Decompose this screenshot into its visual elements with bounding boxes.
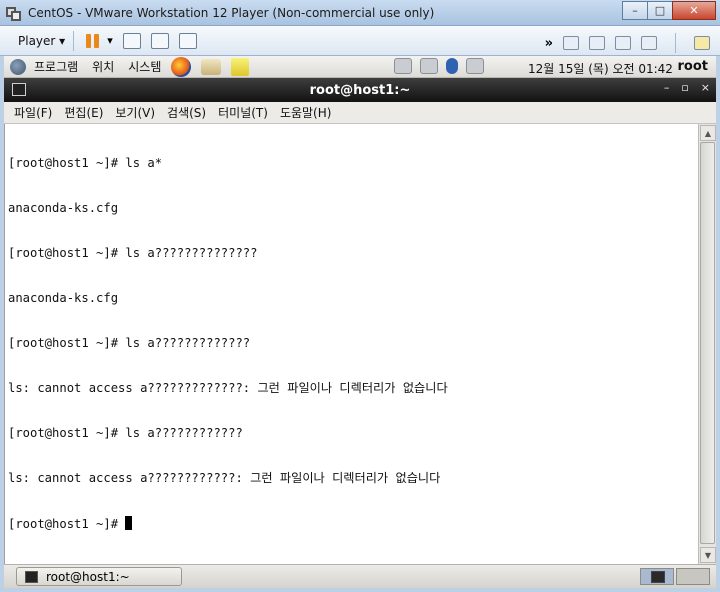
- panel-clock[interactable]: 12월 15일 (목) 오전 01:42: [528, 60, 673, 77]
- terminal-line: [root@host1 ~]# ls a????????????: [8, 426, 243, 440]
- forward-chevron-icon[interactable]: »: [545, 36, 553, 51]
- taskbar-terminal-button[interactable]: root@host1:~: [16, 567, 182, 586]
- terminal-minimize-button[interactable]: –: [664, 81, 670, 94]
- terminal-line: anaconda-ks.cfg: [8, 201, 119, 215]
- workspace-1[interactable]: [640, 568, 674, 585]
- menu-search[interactable]: 검색(S): [167, 104, 206, 121]
- menu-terminal[interactable]: 터미널(T): [218, 104, 268, 121]
- terminal-maximize-button[interactable]: ▫: [681, 81, 688, 94]
- terminal-line: ls: cannot access a????????????: 그런 파일이나…: [8, 471, 441, 485]
- usb-icon[interactable]: [641, 36, 657, 50]
- gnome-bottom-panel: root@host1:~: [4, 564, 716, 588]
- gnome-foot-icon: [10, 58, 26, 75]
- terminal-output[interactable]: [root@host1 ~]# ls a* anaconda-ks.cfg [r…: [4, 124, 698, 564]
- vmware-app-icon: [6, 5, 22, 21]
- window-controls: – □ ✕: [622, 1, 716, 20]
- maximize-button[interactable]: □: [647, 1, 673, 20]
- menu-view[interactable]: 보기(V): [115, 104, 155, 121]
- pause-icon[interactable]: [86, 33, 100, 48]
- scrollbar-thumb[interactable]: [700, 142, 715, 544]
- terminal-close-button[interactable]: ×: [701, 81, 710, 94]
- menu-file[interactable]: 파일(F): [14, 104, 52, 121]
- toolbar-divider: [73, 30, 75, 51]
- terminal-line: anaconda-ks.cfg: [8, 291, 119, 305]
- terminal-line: ls: cannot access a?????????????: 그런 파일이…: [8, 381, 448, 395]
- unity-icon[interactable]: [178, 32, 197, 49]
- toolbar-divider-right: [675, 33, 676, 53]
- vmware-window-title: CentOS - VMware Workstation 12 Player (N…: [28, 5, 435, 20]
- terminal-icon: [25, 570, 38, 583]
- scroll-down-arrow-icon[interactable]: ▼: [700, 547, 716, 563]
- send-ctrl-alt-del-icon[interactable]: [122, 32, 141, 49]
- scroll-up-arrow-icon[interactable]: ▲: [700, 125, 716, 141]
- network-status-icon[interactable]: [466, 58, 484, 74]
- network-icon[interactable]: [615, 36, 631, 50]
- volume-icon[interactable]: [420, 58, 438, 74]
- fit-window-icon[interactable]: [150, 32, 169, 49]
- hdd-icon[interactable]: [563, 36, 579, 50]
- firefox-icon[interactable]: [171, 56, 192, 77]
- taskbar-terminal-label: root@host1:~: [46, 569, 130, 584]
- terminal-prompt: [root@host1 ~]#: [8, 517, 126, 531]
- menu-edit[interactable]: 편집(E): [64, 104, 103, 121]
- terminal-line: [root@host1 ~]# ls a?????????????: [8, 336, 251, 350]
- bluetooth-icon[interactable]: [446, 58, 458, 74]
- terminal-icon[interactable]: [12, 83, 26, 96]
- terminal-prompt-line: [root@host1 ~]#: [8, 516, 698, 531]
- minimize-button[interactable]: –: [622, 1, 648, 20]
- terminal-window-controls: – ▫ ×: [664, 81, 710, 94]
- menu-programs[interactable]: 프로그램: [34, 58, 78, 75]
- pause-dropdown[interactable]: ▾: [107, 34, 113, 47]
- vmware-toolbar: Player ▾ ▾ »: [0, 26, 720, 56]
- system-tray: [394, 58, 484, 74]
- workspace-switcher: [640, 568, 710, 585]
- workspace-2[interactable]: [676, 568, 710, 585]
- player-menu[interactable]: Player ▾: [18, 34, 65, 48]
- terminal-title: root@host1:~: [309, 82, 411, 98]
- mail-icon[interactable]: [201, 58, 222, 75]
- vmware-titlebar: CentOS - VMware Workstation 12 Player (N…: [0, 0, 720, 26]
- gnome-top-panel: 프로그램 위치 시스템 12월 15일 (목) 오전 01:42 root: [4, 56, 716, 78]
- cd-icon[interactable]: [589, 36, 605, 50]
- text-cursor: [125, 516, 133, 530]
- terminal-menubar: 파일(F) 편집(E) 보기(V) 검색(S) 터미널(T) 도움말(H): [4, 102, 716, 124]
- notes-icon[interactable]: [694, 36, 710, 50]
- terminal-scrollbar[interactable]: ▲ ▼: [698, 124, 716, 564]
- panel-user[interactable]: root: [678, 59, 709, 74]
- menu-help[interactable]: 도움말(H): [280, 104, 332, 121]
- toolbar-right-icons: »: [545, 33, 710, 53]
- terminal-titlebar: root@host1:~ – ▫ ×: [4, 78, 716, 102]
- close-button[interactable]: ✕: [672, 1, 716, 20]
- menu-system[interactable]: 시스템: [128, 58, 161, 75]
- terminal-line: [root@host1 ~]# ls a*: [8, 156, 163, 170]
- terminal-line: [root@host1 ~]# ls a??????????????: [8, 246, 258, 260]
- note-icon[interactable]: [231, 57, 250, 76]
- menu-places[interactable]: 위치: [92, 58, 114, 75]
- update-icon[interactable]: [394, 58, 412, 74]
